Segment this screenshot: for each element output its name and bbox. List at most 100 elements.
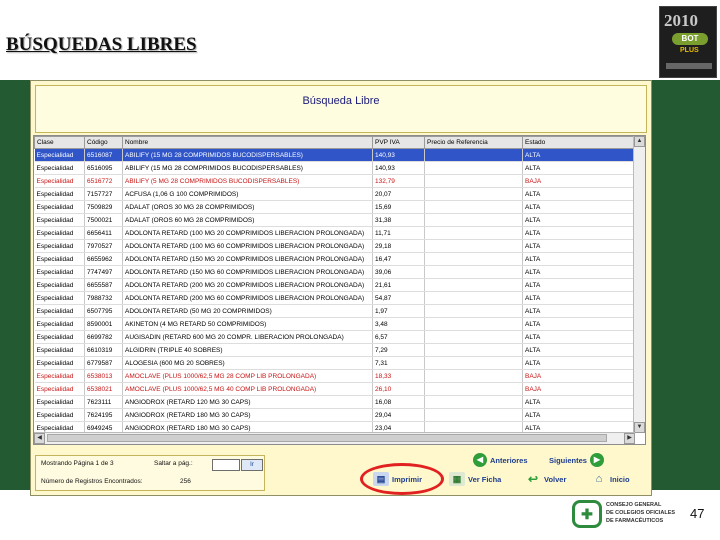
anteriores-label: Anteriores: [490, 455, 528, 465]
arrow-right-icon: ▶: [589, 453, 604, 467]
goto-page-label: Saltar a pág.:: [154, 460, 193, 467]
cell-codigo: 6699782: [84, 330, 123, 344]
volver-button[interactable]: ↩ Volver: [525, 472, 566, 486]
cell-estado: ALTA: [522, 187, 635, 201]
table-row[interactable]: Especialidad 6507795 ADOLONTA RETARD (50 M…: [34, 304, 635, 318]
cell-pvp: 132,79: [372, 174, 425, 188]
cell-codigo: 7509829: [84, 200, 123, 214]
arrow-left-icon: ◀: [473, 453, 487, 467]
cell-codigo: 6516087: [84, 148, 123, 162]
cell-codigo: 7624195: [84, 408, 123, 422]
column-header-codigo[interactable]: Código: [84, 136, 123, 149]
cell-codigo: 7747497: [84, 265, 123, 279]
cell-pvp: 18,33: [372, 369, 425, 383]
cell-nombre: ACFUSA (1,06 G 100 COMPRIMIDOS): [122, 187, 373, 201]
ver-ficha-label: Ver Ficha: [468, 474, 502, 484]
goto-page-button[interactable]: Ir: [241, 459, 263, 471]
table-row[interactable]: Especialidad 6516087 ABILIFY (15 MG 28 COM…: [34, 148, 635, 162]
cell-estado: ALTA: [522, 265, 635, 279]
table-row[interactable]: Especialidad 7623111 ANGIODROX (RETARD 120…: [34, 395, 635, 409]
cell-nombre: ADOLONTA RETARD (150 MG 20 COMPRIMIDOS L…: [122, 252, 373, 266]
cell-pvp: 29,04: [372, 408, 425, 422]
cell-nombre: ABILIFY (15 MG 28 COMPRIMIDOS BUCODISPER…: [122, 148, 373, 162]
column-header-estado[interactable]: Estado: [522, 136, 635, 149]
cell-clase: Especialidad: [34, 382, 85, 396]
table-row[interactable]: Especialidad 7509829 ADALAT (OROS 30 MG 28…: [34, 200, 635, 214]
goto-page-input[interactable]: [212, 459, 240, 471]
cell-estado: ALTA: [522, 408, 635, 422]
consejo-line-2: DE COLEGIOS OFICIALES: [606, 510, 676, 516]
cell-nombre: ADOLONTA RETARD (200 MG 60 COMPRIMIDOS L…: [122, 291, 373, 305]
table-row[interactable]: Especialidad 6538021 AMOCLAVE (PLUS 1000/6…: [34, 382, 635, 396]
table-row[interactable]: Especialidad 7747497 ADOLONTA RETARD (150 …: [34, 265, 635, 279]
table-body: Especialidad 6516087 ABILIFY (15 MG 28 COM…: [34, 148, 635, 444]
cell-clase: Especialidad: [34, 330, 85, 344]
consejo-general-logo: ✚ CONSEJO GENERAL DE COLEGIOS OFICIALES …: [570, 496, 690, 532]
column-header-pvp[interactable]: PVP IVA: [372, 136, 425, 149]
scroll-down-arrow-icon[interactable]: ▼: [634, 422, 645, 433]
results-grid[interactable]: Clase Código Nombre PVP IVA Precio de Re…: [33, 135, 646, 445]
table-row[interactable]: Especialidad 6538013 AMOCLAVE (PLUS 1000/6…: [34, 369, 635, 383]
table-row[interactable]: Especialidad 6516772 ABILIFY (5 MG 28 COMP…: [34, 174, 635, 188]
cell-clase: Especialidad: [34, 174, 85, 188]
table-row[interactable]: Especialidad 6779587 ALOGESIA (600 MG 20 S…: [34, 356, 635, 370]
inicio-button[interactable]: ⌂ Inicio: [591, 472, 630, 486]
cell-estado: BAJA: [522, 174, 635, 188]
cell-clase: Especialidad: [34, 343, 85, 357]
cell-clase: Especialidad: [34, 356, 85, 370]
table-row[interactable]: Especialidad 6655962 ADOLONTA RETARD (150 …: [34, 252, 635, 266]
cell-codigo: 6656411: [84, 226, 123, 240]
table-row[interactable]: Especialidad 7157727 ACFUSA (1,06 G 100 CO…: [34, 187, 635, 201]
siguientes-button[interactable]: Siguientes ▶: [549, 453, 604, 467]
table-row[interactable]: Especialidad 6516095 ABILIFY (15 MG 28 COM…: [34, 161, 635, 175]
window-header: Búsqueda Libre: [35, 85, 647, 133]
window-title: Búsqueda Libre: [302, 95, 380, 107]
column-header-nombre[interactable]: Nombre: [122, 136, 373, 149]
table-row[interactable]: Especialidad 7500021 ADALAT (OROS 60 MG 28…: [34, 213, 635, 227]
column-header-precio-referencia[interactable]: Precio de Referencia: [424, 136, 523, 149]
cell-precio-referencia: [424, 356, 523, 370]
cell-estado: ALTA: [522, 148, 635, 162]
cell-nombre: ADOLONTA RETARD (100 MG 20 COMPRIMIDOS L…: [122, 226, 373, 240]
table-header-row: Clase Código Nombre PVP IVA Precio de Re…: [34, 136, 635, 149]
scroll-right-arrow-icon[interactable]: ▶: [624, 433, 635, 444]
cell-clase: Especialidad: [34, 304, 85, 318]
horizontal-scrollbar[interactable]: ◀ ▶: [34, 432, 635, 444]
cell-clase: Especialidad: [34, 148, 85, 162]
cell-clase: Especialidad: [34, 408, 85, 422]
cell-codigo: 6655587: [84, 278, 123, 292]
cell-pvp: 29,18: [372, 239, 425, 253]
vertical-scrollbar[interactable]: ▲ ▼: [633, 136, 645, 433]
table-row[interactable]: Especialidad 7970527 ADOLONTA RETARD (100 …: [34, 239, 635, 253]
results-footer-panel: Mostrando Página 1 de 3 Saltar a pág.: I…: [35, 455, 265, 491]
scroll-up-arrow-icon[interactable]: ▲: [634, 136, 645, 147]
ver-ficha-button[interactable]: ▦ Ver Ficha: [449, 472, 501, 486]
cell-nombre: ANGIODROX (RETARD 180 MG 30 CAPS): [122, 408, 373, 422]
table-row[interactable]: Especialidad 6699782 AUGISADIN (RETARD 600…: [34, 330, 635, 344]
cell-nombre: AMOCLAVE (PLUS 1000/62,5 MG 28 COMP LIB …: [122, 369, 373, 383]
cell-precio-referencia: [424, 148, 523, 162]
cell-pvp: 39,06: [372, 265, 425, 279]
anteriores-button[interactable]: ◀ Anteriores: [473, 453, 528, 467]
consejo-line-3: DE FARMACÉUTICOS: [606, 518, 664, 524]
horizontal-scroll-thumb[interactable]: [47, 434, 607, 442]
table-row[interactable]: Especialidad 6655587 ADOLONTA RETARD (200 …: [34, 278, 635, 292]
cell-clase: Especialidad: [34, 395, 85, 409]
scroll-left-arrow-icon[interactable]: ◀: [34, 433, 45, 444]
table-row[interactable]: Especialidad 6656411 ADOLONTA RETARD (100 …: [34, 226, 635, 240]
cell-pvp: 16,08: [372, 395, 425, 409]
cell-pvp: 11,71: [372, 226, 425, 240]
consejo-line-1: CONSEJO GENERAL: [606, 502, 662, 508]
cell-clase: Especialidad: [34, 213, 85, 227]
table-row[interactable]: Especialidad 8590001 AKINETON (4 MG RETARD…: [34, 317, 635, 331]
table-row[interactable]: Especialidad 6610319 ALGIDRIN (TRIPLE 40 S…: [34, 343, 635, 357]
column-header-clase[interactable]: Clase: [34, 136, 85, 149]
logo-sub: PLUS: [680, 47, 699, 54]
cell-precio-referencia: [424, 174, 523, 188]
table-row[interactable]: Especialidad 7988732 ADOLONTA RETARD (200 …: [34, 291, 635, 305]
consejo-logo-text: CONSEJO GENERAL DE COLEGIOS OFICIALES DE…: [606, 501, 675, 525]
table-row[interactable]: Especialidad 7624195 ANGIODROX (RETARD 180…: [34, 408, 635, 422]
cell-nombre: ADALAT (OROS 30 MG 28 COMPRIMIDOS): [122, 200, 373, 214]
home-icon: ⌂: [595, 473, 603, 485]
siguientes-label: Siguientes: [549, 455, 587, 465]
